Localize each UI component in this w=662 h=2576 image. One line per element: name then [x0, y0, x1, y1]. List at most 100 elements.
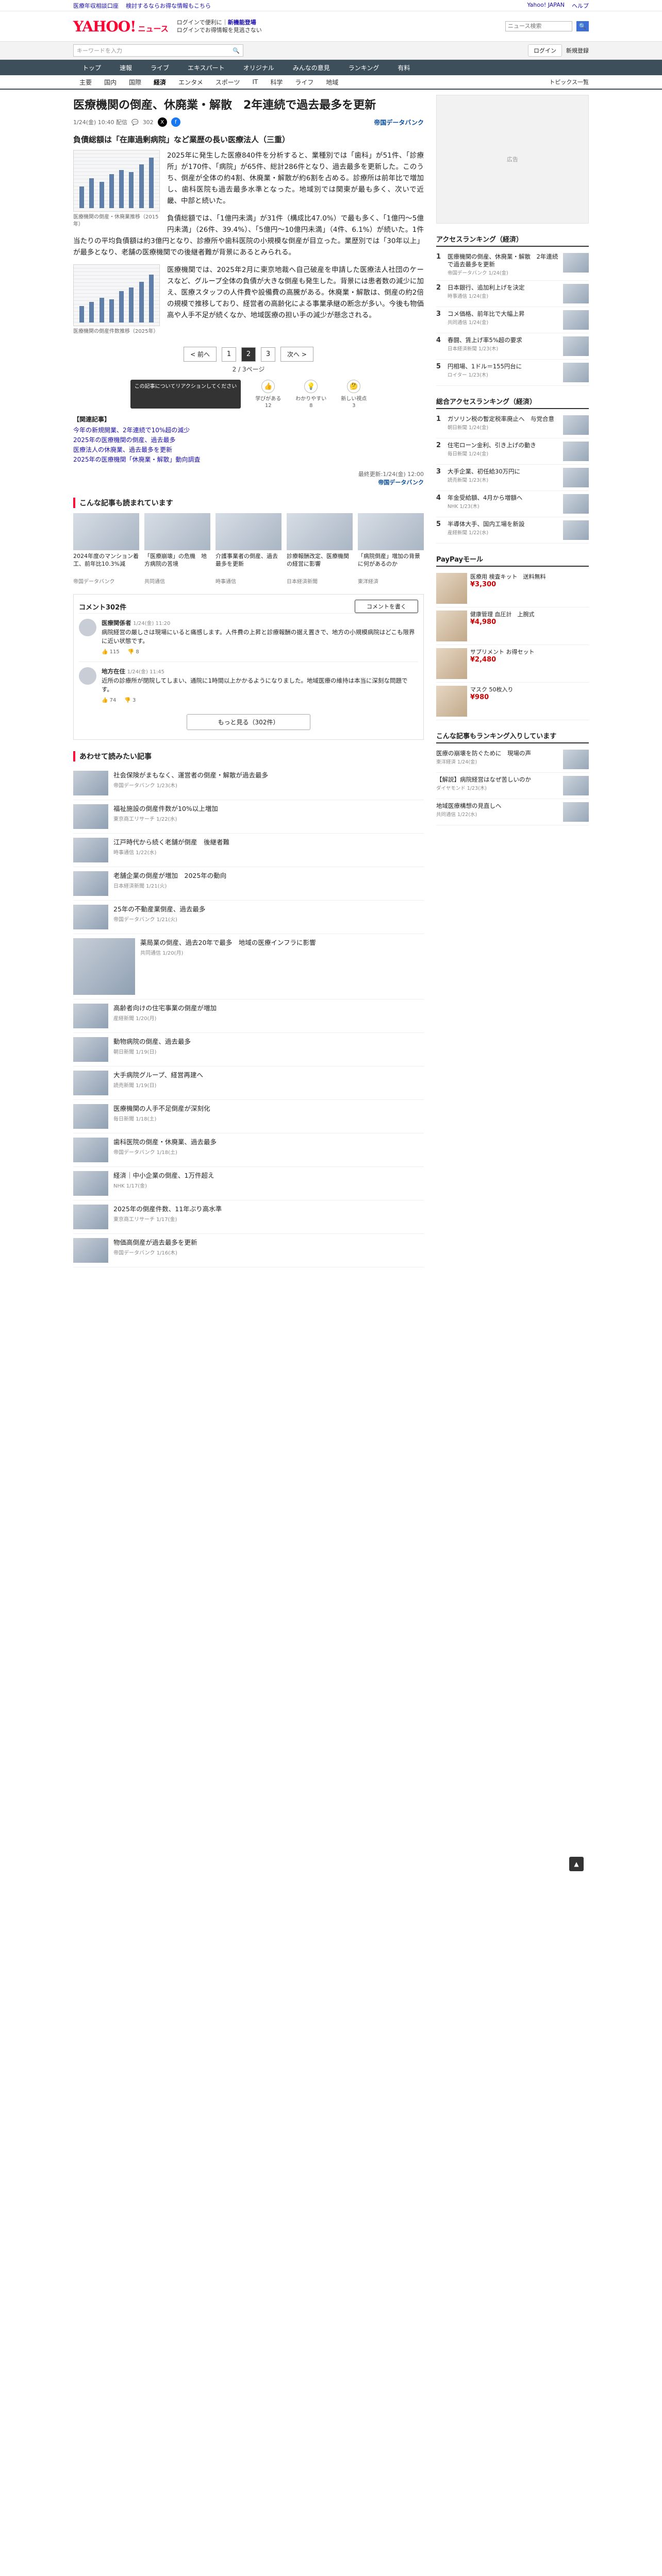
top-link-1[interactable]: 医療年収相談口座 [73, 2, 119, 10]
comment-count[interactable]: 302 [143, 119, 154, 126]
back-to-top-button[interactable]: ▲ [569, 1857, 584, 1871]
list-item[interactable]: 経済｜中小企業の倒産、1万件超え NHK 1/17(金) [73, 1167, 424, 1200]
comment-author[interactable]: 医療関係者 [102, 619, 131, 626]
help-link[interactable]: ヘルプ [572, 2, 589, 10]
list-item[interactable]: 福祉施設の倒産件数が10%以上増加 東京商工リサーチ 1/22(水) [73, 800, 424, 834]
thumbnail [563, 310, 589, 330]
reaction-clear[interactable]: 💡 わかりやすい 8 [295, 380, 326, 409]
list-item[interactable]: 2025年の倒産件数、11年ぶり高水準 東京商工リサーチ 1/17(金) [73, 1200, 424, 1234]
nav-breaking[interactable]: 速報 [110, 60, 141, 75]
login-button[interactable]: ログイン [528, 44, 562, 57]
list-item[interactable]: 物価高倒産が過去最多を更新 帝国データバンク 1/16(木) [73, 1234, 424, 1267]
nav-top[interactable]: トップ [73, 60, 110, 75]
figure-1[interactable]: 医療機関の倒産・休廃業推移（2015年） [73, 150, 160, 228]
product-item[interactable]: 健康管理 血圧計 上腕式 ¥4,980 [436, 607, 589, 645]
cat-world[interactable]: 国際 [123, 78, 147, 87]
ranking-item[interactable]: 3 コメ価格、前年比で大幅上昇 共同通信 1/24(金) [436, 307, 589, 333]
related-link[interactable]: 今年の新規開業、2年連続で10%超の減少 [73, 426, 424, 435]
product-item[interactable]: 医療用 検査キット 送料無料 ¥3,300 [436, 570, 589, 607]
ranking-item[interactable]: 3 大手企業、初任給30万円に 読売新聞 1/23(木) [436, 465, 589, 491]
cat-economy[interactable]: 経済 [147, 78, 172, 87]
cat-science[interactable]: 科学 [264, 78, 289, 87]
news-search-box[interactable]: キーワードを入力 🔍 [73, 44, 243, 57]
ranking-item[interactable]: 4 春闘、賃上げ率5%超の要求 日本経済新聞 1/23(木) [436, 333, 589, 360]
cat-it[interactable]: IT [246, 78, 264, 86]
top-link-2[interactable]: 検討するならお得な情報もこちら [126, 2, 211, 10]
nav-ranking[interactable]: ランキング [339, 60, 389, 75]
cat-sports[interactable]: スポーツ [209, 78, 246, 87]
header-search-input[interactable] [505, 21, 572, 31]
related-link[interactable]: 2025年の医療機関「休廃業・解散」動向調査 [73, 455, 424, 465]
ranking-item[interactable]: 2 住宅ローン金利、引き上げの動き 毎日新聞 1/24(金) [436, 438, 589, 465]
page-2[interactable]: 2 [241, 347, 256, 362]
source-logo[interactable]: 帝国データバンク [374, 118, 424, 127]
recommend-card[interactable]: 「病院倒産」増加の背景に何があるのか 東洋経済 [358, 513, 424, 585]
list-item[interactable]: 老舗企業の倒産が増加 2025年の動向 日本経済新聞 1/21(火) [73, 867, 424, 901]
product-item[interactable]: マスク 50枚入り ¥980 [436, 683, 589, 720]
cat-local[interactable]: 地域 [320, 78, 344, 87]
ranking-item[interactable]: 5 円相場、1ドル＝155円台に ロイター 1/23(木) [436, 360, 589, 386]
list-item[interactable]: 動物病院の倒産、過去最多 朝日新聞 1/19(日) [73, 1033, 424, 1066]
avatar[interactable] [79, 667, 96, 685]
bad-button[interactable]: 👎 8 [128, 648, 139, 656]
reaction-learn[interactable]: 👍 学びがある 12 [255, 380, 281, 409]
figure-2[interactable]: 医療機関の倒産件数推移（2025年） [73, 264, 160, 335]
write-comment-button[interactable]: コメントを書く [355, 600, 418, 613]
related-link[interactable]: 2025年の医療機関の倒産、過去最多 [73, 435, 424, 445]
header-search-button[interactable]: 🔍 [576, 21, 589, 31]
more-comments-button[interactable]: もっと見る（302件） [187, 714, 310, 730]
nav-opinion[interactable]: みんなの意見 [284, 60, 339, 75]
good-button[interactable]: 👍 74 [102, 696, 116, 705]
ad-slot[interactable]: 広告 [436, 95, 589, 224]
cat-main[interactable]: 主要 [73, 78, 98, 87]
page-1[interactable]: 1 [222, 347, 236, 362]
list-item[interactable]: 医療機関の人手不足倒産が深刻化 毎日新聞 1/18(土) [73, 1100, 424, 1133]
list-item[interactable]: 大手病院グループ、経営再建へ 読売新聞 1/19(日) [73, 1066, 424, 1100]
ranking-item[interactable]: 1 医療機関の倒産、休廃業・解散 2年連続で過去最多を更新 帝国データバンク 1/2… [436, 250, 589, 281]
facebook-share-icon[interactable]: f [171, 117, 180, 127]
recommend-card[interactable]: 「医療崩壊」の危機 地方病院の苦境 共同通信 [144, 513, 210, 585]
list-item[interactable]: 江戸時代から続く老舗が倒産 後継者難 時事通信 1/22(水) [73, 834, 424, 867]
list-item[interactable]: 薬局業の倒産、過去20年で最多 地域の医療インフラに影響 共同通信 1/20(月) [73, 934, 424, 999]
cat-domestic[interactable]: 国内 [98, 78, 123, 87]
header-promo[interactable]: ログインで便利に｜新機能登場 ログインでお得情報を見逃さない [177, 19, 262, 34]
ranking-item[interactable]: 1 ガソリン税の暫定税率廃止へ 与党合意 朝日新聞 1/24(金) [436, 412, 589, 438]
nav-expert[interactable]: エキスパート [178, 60, 234, 75]
ranking-item[interactable]: 【解説】病院経営はなぜ苦しいのか ダイヤモンド 1/23(木) [436, 773, 589, 799]
ranking-item[interactable]: 5 半導体大手、国内工場を新設 産経新聞 1/22(水) [436, 517, 589, 544]
product-item[interactable]: サプリメント お得セット ¥2,480 [436, 645, 589, 683]
topics-list-link[interactable]: トピックス一覧 [549, 78, 589, 86]
recommend-card[interactable]: 診療報酬改定、医療機関の経営に影響 日本経済新聞 [287, 513, 353, 585]
list-item[interactable]: 社会保険がまもなく、運営者の倒産・解散が過去最多 帝国データバンク 1/23(木) [73, 767, 424, 800]
comment-icon[interactable]: 💬 [131, 119, 139, 126]
ranking-item[interactable]: 地域医療構想の見直しへ 共同通信 1/22(水) [436, 799, 589, 825]
signup-link[interactable]: 新規登録 [566, 46, 589, 55]
list-item[interactable]: 25年の不動産業倒産、過去最多 帝国データバンク 1/21(火) [73, 901, 424, 934]
list-item[interactable]: 歯科医院の倒産・休廃業、過去最多 帝国データバンク 1/18(土) [73, 1133, 424, 1167]
nav-paid[interactable]: 有料 [388, 60, 419, 75]
search-row: キーワードを入力 🔍 ログイン 新規登録 [0, 41, 662, 60]
next-page-button[interactable]: 次へ > [280, 347, 313, 362]
cat-life[interactable]: ライフ [289, 78, 320, 87]
yahoo-news-logo[interactable]: YAHOO! ニュース [73, 18, 169, 35]
comment-author[interactable]: 地方在住 [102, 668, 125, 675]
nav-live[interactable]: ライブ [141, 60, 178, 75]
bad-button[interactable]: 👎 3 [124, 696, 136, 705]
nav-original[interactable]: オリジナル [234, 60, 284, 75]
publisher-name[interactable]: 帝国データバンク [73, 478, 424, 486]
prev-page-button[interactable]: < 前へ [184, 347, 217, 362]
page-3[interactable]: 3 [261, 347, 275, 362]
good-button[interactable]: 👍 115 [102, 648, 120, 656]
ranking-item[interactable]: 2 日本銀行、追加利上げを決定 時事通信 1/24(金) [436, 281, 589, 307]
avatar[interactable] [79, 619, 96, 636]
recommend-card[interactable]: 2024年度のマンション着工、前年比10.3%減 帝国データバンク [73, 513, 139, 585]
reaction-new-view[interactable]: 🤔 新しい視点 3 [341, 380, 367, 409]
cat-entertainment[interactable]: エンタメ [172, 78, 209, 87]
x-share-icon[interactable]: X [157, 117, 167, 127]
ranking-item[interactable]: 4 年金受給額、4月から増額へ NHK 1/23(木) [436, 491, 589, 517]
yahoo-japan-link[interactable]: Yahoo! JAPAN [527, 2, 565, 10]
ranking-item[interactable]: 医療の崩壊を防ぐために 現場の声 東洋経済 1/24(金) [436, 747, 589, 773]
related-link[interactable]: 医療法人の休廃業、過去最多を更新 [73, 445, 424, 455]
list-item[interactable]: 高齢者向けの住宅事業の倒産が増加 産経新聞 1/20(月) [73, 999, 424, 1033]
recommend-card[interactable]: 介護事業者の倒産、過去最多を更新 時事通信 [216, 513, 282, 585]
